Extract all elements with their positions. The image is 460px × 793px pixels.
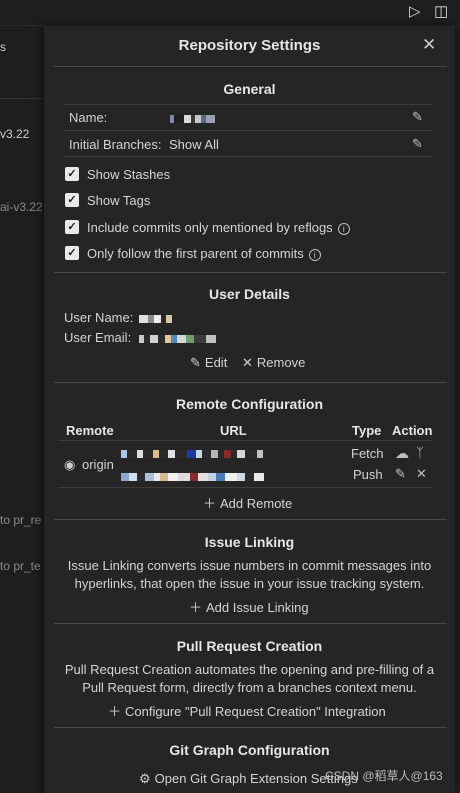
redacted-user-name: [139, 312, 184, 323]
configure-pull-request-label: Configure "Pull Request Creation" Integr…: [125, 704, 386, 719]
add-issue-linking-button[interactable]: ＋ Add Issue Linking: [189, 597, 309, 616]
user-details-section-title: User Details: [209, 286, 290, 302]
add-issue-linking-label: Add Issue Linking: [206, 600, 309, 615]
row-divider: [64, 130, 432, 131]
redacted-fetch-url: [121, 447, 349, 458]
type-column-header: Type: [352, 423, 382, 438]
background-panel: s v3.22 ai-v3.22 to pr_re to pr_te: [0, 26, 44, 793]
name-label: Name:: [69, 110, 108, 125]
cloud-download-icon[interactable]: ☁: [395, 445, 409, 462]
url-column-header: URL: [220, 423, 247, 438]
include-reflogs-label: Include commits only mentioned by reflog…: [87, 220, 333, 235]
divider: [54, 66, 447, 67]
gear-icon: ⚙: [139, 771, 151, 786]
split-editor-icon[interactable]: ◫: [434, 2, 448, 20]
info-icon[interactable]: i: [308, 249, 321, 261]
user-name-label: User Name:: [64, 310, 134, 325]
bg-fragment: to pr_te: [0, 559, 41, 573]
redacted-repo-name: [170, 112, 240, 123]
edit-user-details-button[interactable]: ✎ Edit: [190, 355, 227, 371]
show-tags-label: Show Tags: [87, 193, 151, 208]
bg-fragment: ai-v3.22: [0, 200, 43, 214]
add-remote-label: Add Remote: [220, 496, 293, 511]
divider: [54, 623, 447, 624]
bg-fragment: v3.22: [0, 127, 30, 141]
redacted-user-email: [139, 332, 239, 343]
info-icon[interactable]: i: [337, 223, 350, 235]
edit-initial-branches-pencil-icon[interactable]: ✎: [412, 136, 423, 152]
edit-label: Edit: [204, 355, 228, 370]
edit-name-pencil-icon[interactable]: ✎: [412, 109, 423, 125]
pull-request-section-title: Pull Request Creation: [176, 638, 323, 654]
repository-settings-dialog: Repository Settings ✕ General Name: ✎ In…: [44, 26, 455, 793]
bg-divider: [0, 98, 44, 99]
remove-user-details-button[interactable]: ✕ Remove: [242, 355, 305, 371]
plus-icon: ＋: [189, 600, 203, 615]
edit-remote-pencil-icon[interactable]: ✎: [395, 466, 406, 482]
bg-fragment: s: [0, 40, 6, 54]
branch-icon[interactable]: ᛉ: [416, 445, 424, 460]
include-reflogs-row: Include commits only mentioned by reflog…: [87, 220, 350, 235]
show-tags-checkbox[interactable]: ✓: [65, 193, 79, 207]
pencil-icon: ✎: [190, 355, 201, 370]
show-stashes-label: Show Stashes: [87, 167, 171, 182]
action-column-header: Action: [392, 423, 433, 438]
git-graph-section-title: Git Graph Configuration: [169, 742, 330, 758]
divider: [54, 382, 447, 383]
delete-remote-close-icon[interactable]: ✕: [416, 466, 427, 482]
initial-branches-value: Show All: [169, 137, 219, 152]
include-reflogs-checkbox[interactable]: ✓: [65, 220, 79, 234]
editor-title-bar: ▷ ◫: [0, 0, 460, 26]
fetch-type: Fetch: [351, 446, 384, 461]
plus-icon: ＋: [108, 704, 122, 719]
remote-name: origin: [82, 457, 114, 472]
show-stashes-checkbox[interactable]: ✓: [65, 167, 79, 181]
close-icon[interactable]: ✕: [422, 35, 436, 55]
redacted-push-url: [121, 470, 351, 481]
pull-request-description: Pull Request Creation automates the open…: [64, 662, 435, 695]
divider: [54, 519, 447, 520]
initial-branches-label: Initial Branches:: [69, 137, 162, 152]
run-icon[interactable]: ▷: [409, 2, 421, 20]
first-parent-checkbox[interactable]: ✓: [65, 246, 79, 260]
add-remote-button[interactable]: ＋ Add Remote: [203, 493, 292, 512]
issue-linking-description: Issue Linking converts issue numbers in …: [67, 558, 432, 591]
push-type: Push: [353, 467, 383, 482]
remove-label: Remove: [256, 355, 306, 370]
watermark: CSDN @稻草人@163: [325, 769, 443, 783]
divider: [54, 272, 447, 273]
row-divider: [64, 156, 432, 157]
eye-icon[interactable]: ◉: [64, 457, 75, 473]
first-parent-label: Only follow the first parent of commits: [87, 246, 304, 261]
close-icon: ✕: [242, 355, 253, 370]
remote-configuration-section-title: Remote Configuration: [176, 396, 323, 412]
row-divider: [64, 104, 432, 105]
dialog-title: Repository Settings: [178, 37, 321, 54]
configure-pull-request-button[interactable]: ＋ Configure "Pull Request Creation" Integ…: [108, 701, 386, 720]
divider: [54, 727, 447, 728]
plus-icon: ＋: [203, 496, 217, 511]
issue-linking-section-title: Issue Linking: [204, 534, 295, 550]
first-parent-row: Only follow the first parent of commits i: [87, 246, 321, 261]
row-divider: [58, 487, 433, 488]
remote-column-header: Remote: [66, 423, 114, 438]
user-email-label: User Email:: [64, 330, 132, 345]
general-section-title: General: [223, 81, 276, 97]
bg-fragment: to pr_re: [0, 513, 42, 527]
